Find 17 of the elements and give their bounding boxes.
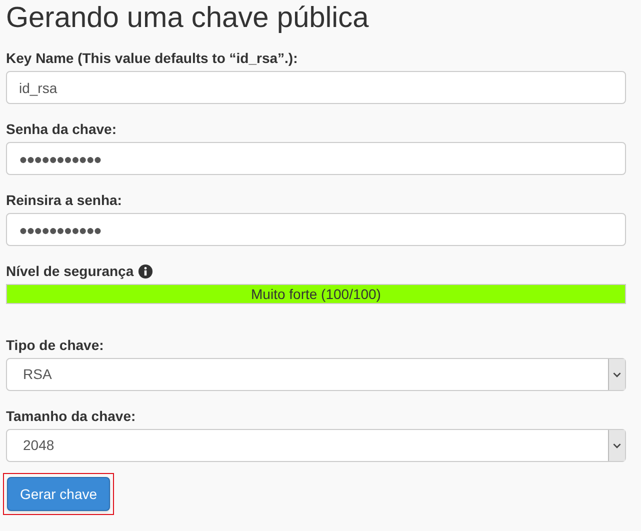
field-label: Key Name (This value defaults to “id_rsa”.):: [6, 50, 298, 66]
field-label: Tamanho da chave:: [6, 408, 136, 424]
field-label: Senha da chave:: [6, 121, 116, 137]
strength-reading: Muito forte (100/100): [251, 284, 381, 304]
page-title: Gerando uma chave pública: [6, 1, 370, 36]
text-field[interactable]: id_rsa: [6, 71, 626, 104]
field-label: Nível de segurança: [6, 263, 134, 279]
password-field[interactable]: ●●●●●●●●●●●: [6, 142, 626, 175]
password-field[interactable]: ●●●●●●●●●●●: [6, 213, 626, 246]
info-icon[interactable]: [138, 264, 153, 278]
select-dropdown[interactable]: 2048: [6, 429, 626, 462]
select-dropdown[interactable]: RSA: [6, 358, 626, 391]
field-label: Reinsira a senha:: [6, 192, 122, 208]
field-label: Tipo de chave:: [6, 337, 104, 353]
caret-icon: [608, 430, 625, 461]
generate-key-button[interactable]: Gerar chave: [7, 477, 110, 511]
caret-icon: [608, 359, 625, 390]
